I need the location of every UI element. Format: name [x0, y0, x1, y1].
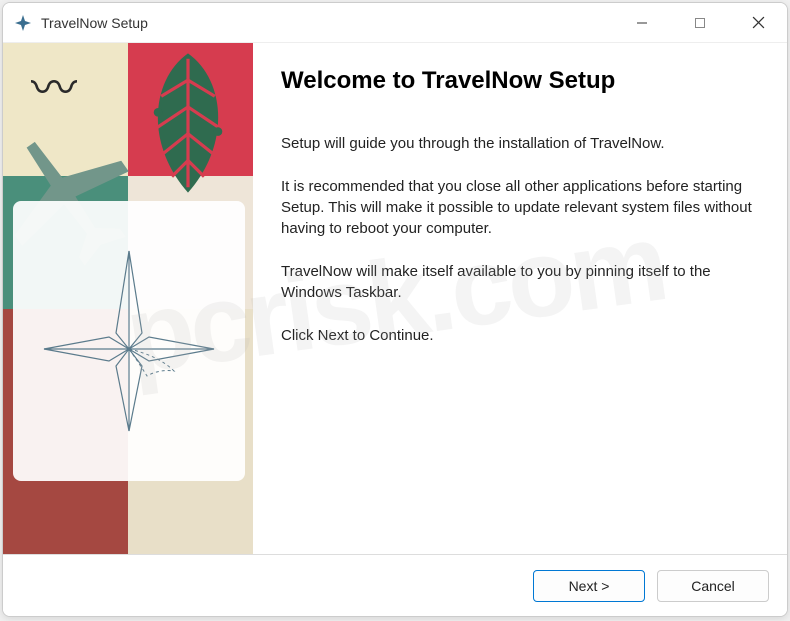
sidebar-image: 〰 [3, 43, 253, 554]
intro-paragraph: Setup will guide you through the install… [281, 133, 755, 154]
compass-card [13, 201, 245, 481]
leaf-icon [133, 48, 243, 198]
page-title: Welcome to TravelNow Setup [281, 67, 755, 95]
recommendation-paragraph: It is recommended that you close all oth… [281, 176, 755, 239]
footer: Next > Cancel [3, 554, 787, 616]
continue-paragraph: Click Next to Continue. [281, 325, 755, 346]
body-area: 〰 [3, 43, 787, 554]
setup-window: TravelNow Setup 〰 [2, 2, 788, 617]
compass-icon [39, 241, 219, 441]
app-icon [13, 13, 33, 33]
window-controls [613, 3, 787, 42]
next-button[interactable]: Next > [533, 570, 645, 602]
taskbar-paragraph: TravelNow will make itself available to … [281, 261, 755, 303]
window-title: TravelNow Setup [41, 15, 613, 31]
cancel-button[interactable]: Cancel [657, 570, 769, 602]
titlebar: TravelNow Setup [3, 3, 787, 43]
close-button[interactable] [729, 3, 787, 42]
minimize-button[interactable] [613, 3, 671, 42]
content-area: Welcome to TravelNow Setup Setup will gu… [253, 43, 787, 554]
mustache-icon: 〰 [31, 65, 77, 111]
maximize-button[interactable] [671, 3, 729, 42]
